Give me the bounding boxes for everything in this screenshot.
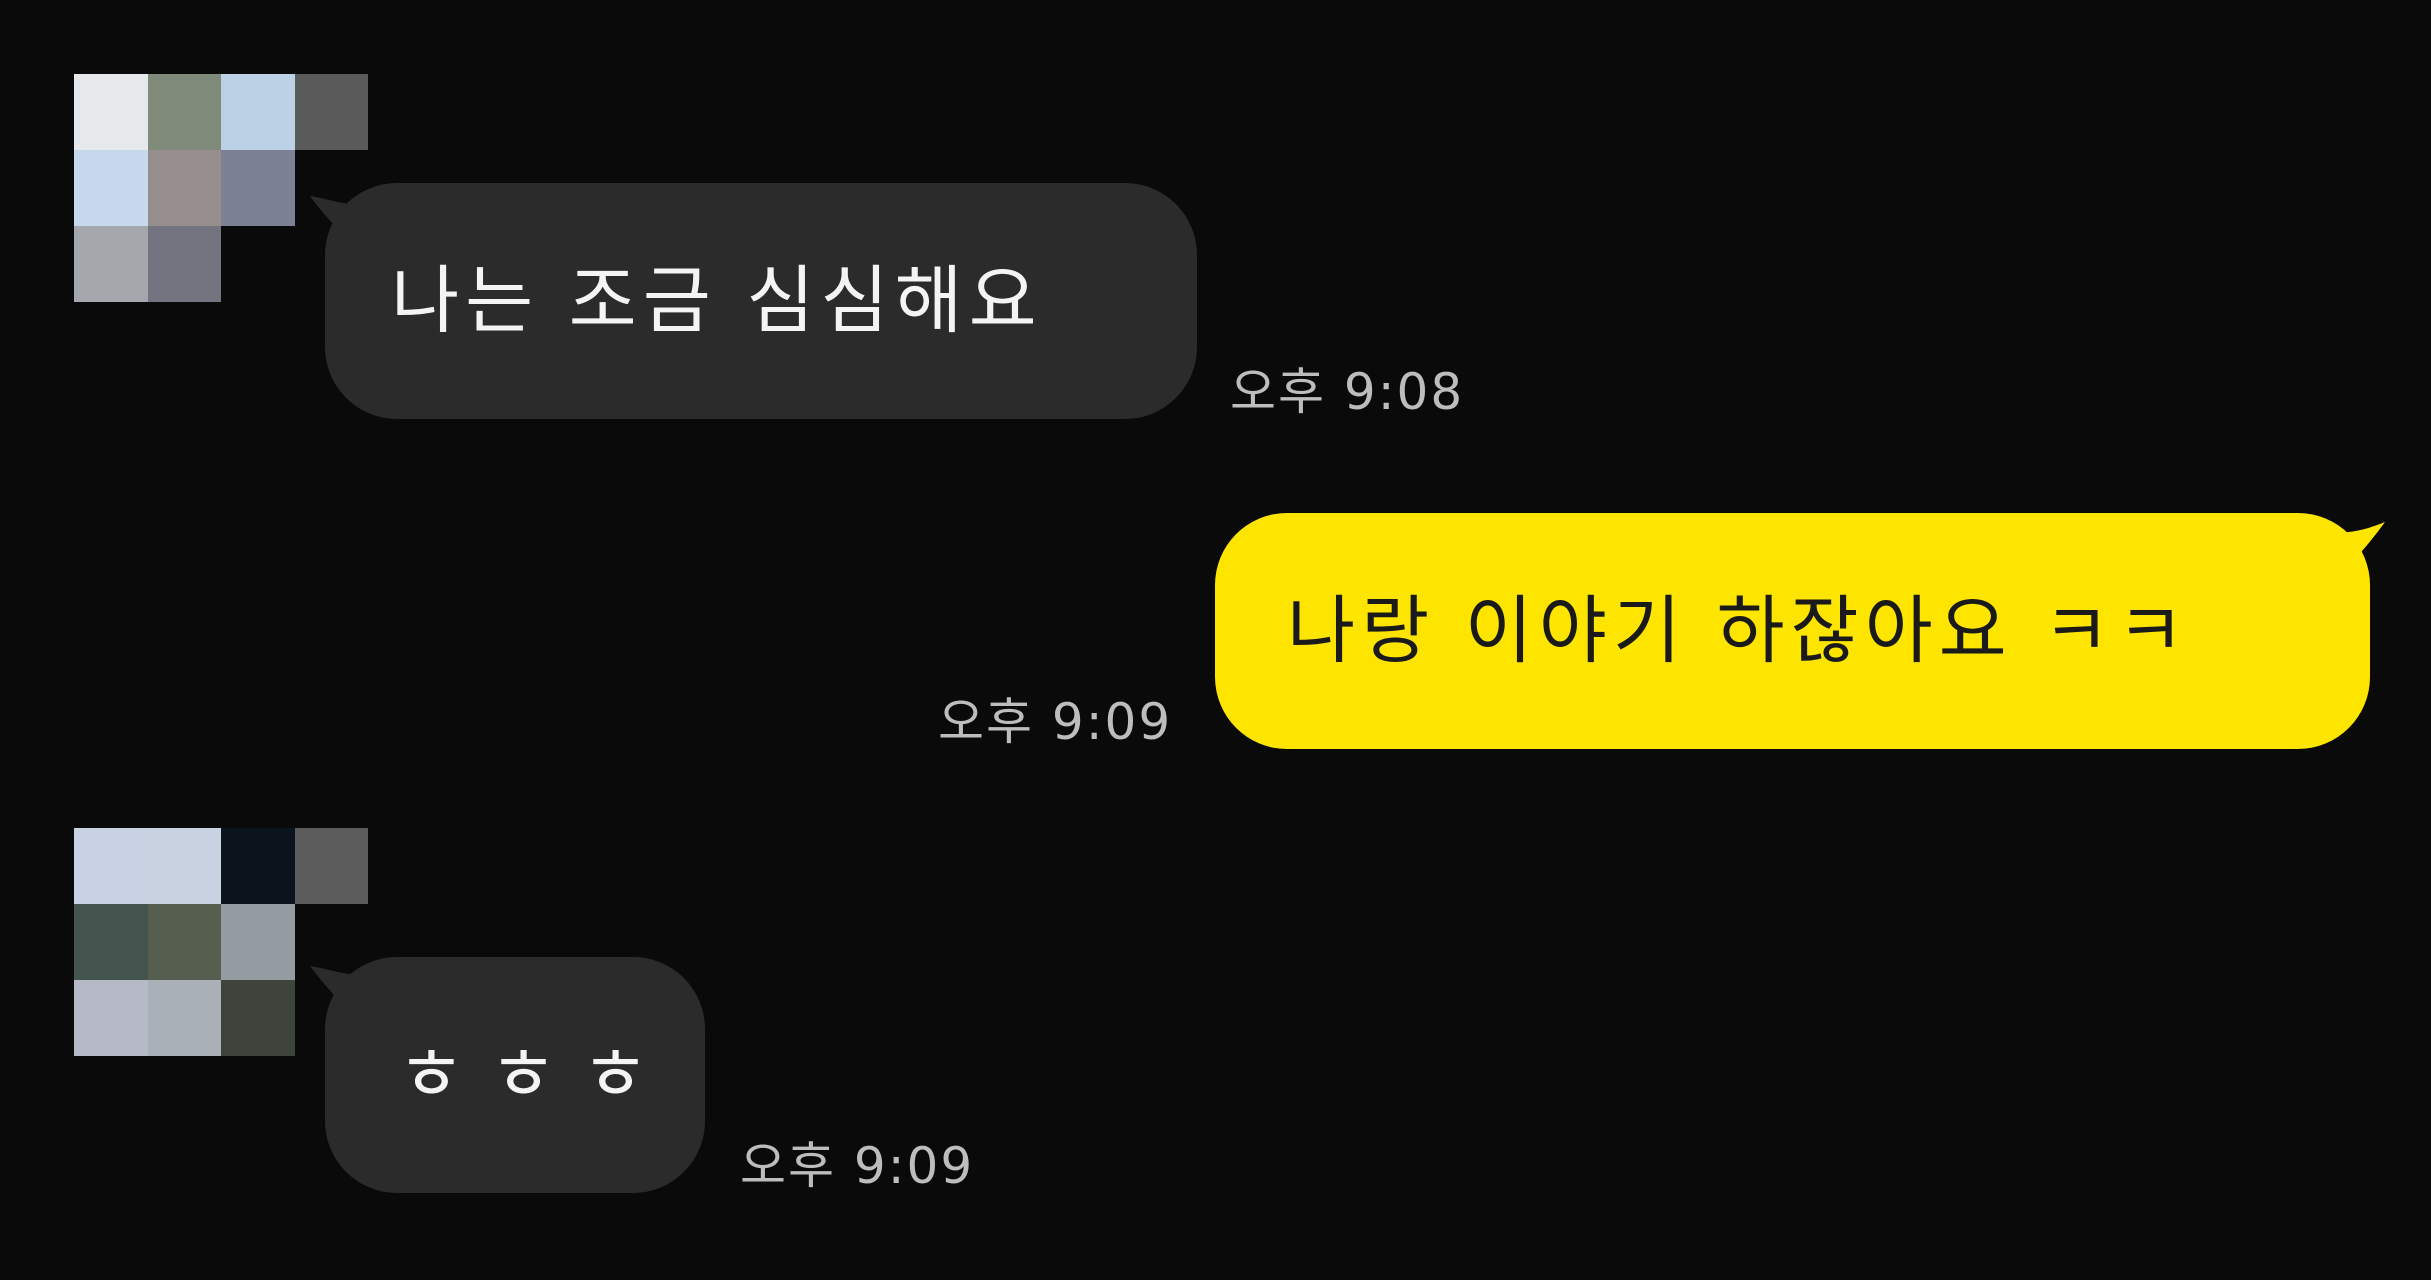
message-timestamp: 오후 9:09 <box>938 693 1173 751</box>
message-text: 나랑 이야기 하잖아요 ㅋㅋ <box>1287 588 2191 674</box>
chat-message-list: 나는 조금 심심해요 오후 9:08 오후 9:09 나랑 이야기 하잖아요 ㅋ… <box>0 0 2431 1280</box>
outgoing-message-bubble[interactable]: 나랑 이야기 하잖아요 ㅋㅋ <box>1215 513 2370 749</box>
incoming-message-bubble[interactable]: 나는 조금 심심해요 <box>325 183 1197 419</box>
message-text: ㅎㅎㅎ <box>397 1032 674 1118</box>
message-text: 나는 조금 심심해요 <box>391 258 1043 344</box>
message-timestamp: 오후 9:09 <box>740 1137 975 1195</box>
incoming-message-bubble[interactable]: ㅎㅎㅎ <box>325 957 705 1193</box>
message-timestamp: 오후 9:08 <box>1230 363 1465 421</box>
outgoing-bubble-tail <box>2320 522 2385 600</box>
